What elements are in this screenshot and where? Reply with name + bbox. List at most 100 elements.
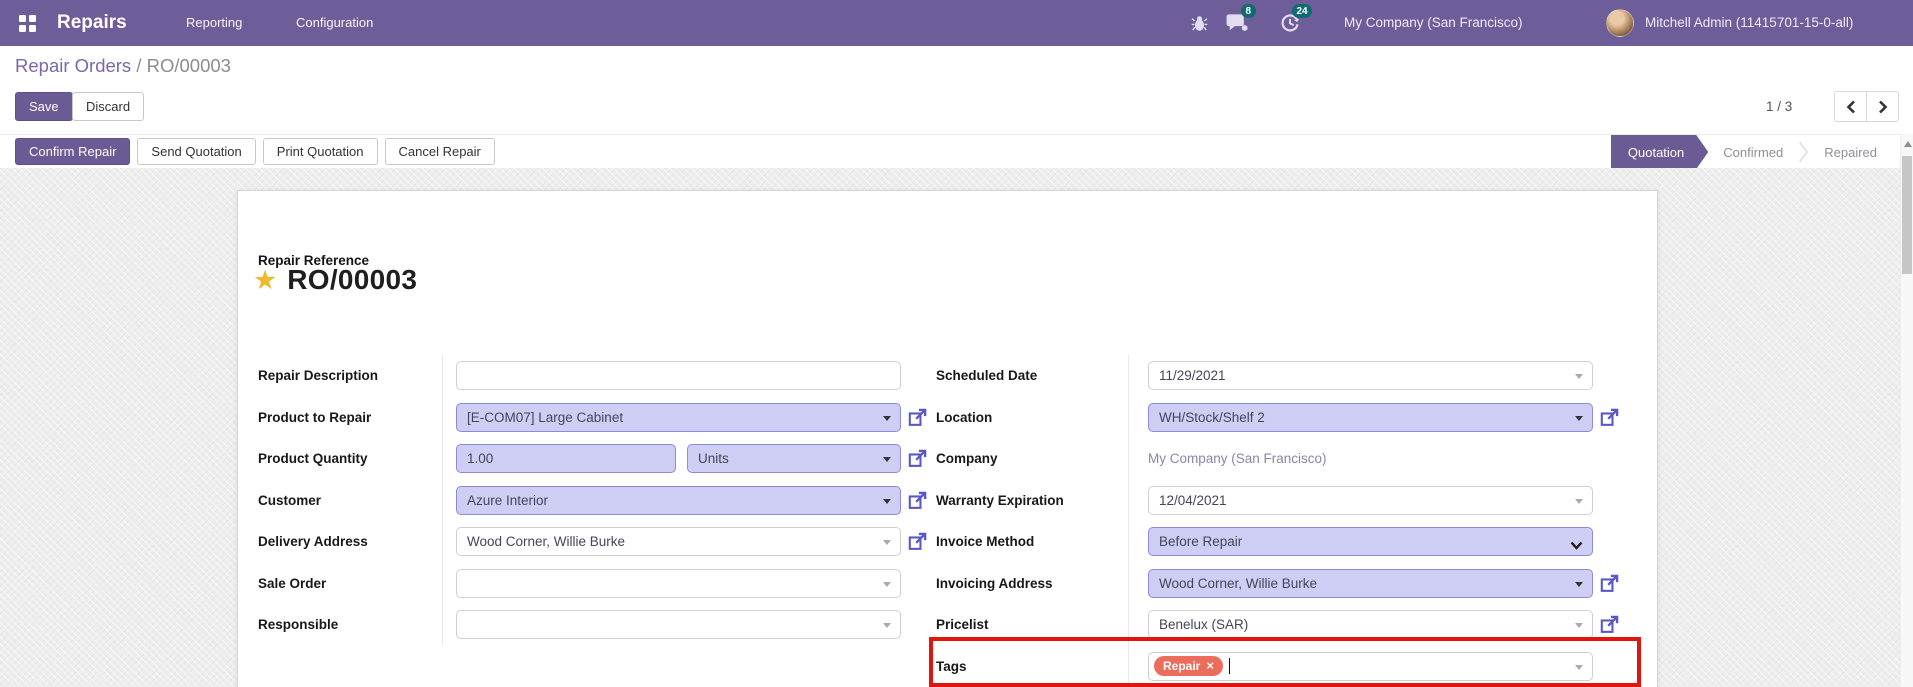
dropdown-caret-icon[interactable] [883,581,891,587]
external-link-icon-location[interactable] [1599,407,1620,428]
save-button[interactable]: Save [15,92,73,121]
action-buttons: Confirm Repair Send Quotation Print Quotat… [15,138,495,165]
messages-badge: 8 [1241,4,1256,18]
field-product-quantity-uom-input[interactable]: Units [687,444,901,474]
field-row-delivery-address: Delivery Address Wood Corner, Willie Burk… [258,521,934,563]
field-tags-input[interactable]: Repair × [1148,651,1593,681]
field-row-product-to-repair: Product to Repair [E-COM07] Large Cabinet [258,396,934,438]
remove-tag-icon[interactable]: × [1206,659,1214,672]
field-pricelist-input[interactable]: Benelux (SAR) [1148,610,1593,640]
field-label-product-to-repair: Product to Repair [258,396,443,438]
discard-button[interactable]: Discard [72,92,145,121]
field-row-company: Company My Company (San Francisco) [936,438,1642,480]
statusbar-step-confirmed[interactable]: Confirmed [1708,135,1798,169]
external-link-icon-delivery-address[interactable] [907,531,928,552]
field-label-location: Location [936,396,1129,438]
statusbar-chevron-icon [1798,135,1809,169]
dropdown-caret-icon[interactable] [1575,415,1583,421]
external-link-icon-invoicing-address[interactable] [1599,573,1620,594]
breadcrumb-parent[interactable]: Repair Orders [15,55,131,76]
field-row-customer: Customer Azure Interior [258,479,934,521]
pager-counter[interactable]: 1 / 3 [1766,99,1792,114]
field-product-quantity-uom-input-value: Units [698,451,729,467]
field-location-input-value: WH/Stock/Shelf 2 [1159,409,1265,425]
field-location-input[interactable]: WH/Stock/Shelf 2 [1148,402,1593,432]
dropdown-caret-icon[interactable] [1575,374,1583,380]
field-invoice-method-select[interactable]: Before Repair [1148,527,1593,557]
field-label-product-quantity: Product Quantity [258,438,443,480]
statusbar-step-repaired[interactable]: Repaired [1809,135,1892,169]
field-label-invoice-method: Invoice Method [936,521,1129,563]
dropdown-caret-icon[interactable] [883,457,891,463]
statusbar-step-quotation[interactable]: Quotation [1611,135,1708,169]
field-product-to-repair-input[interactable]: [E-COM07] Large Cabinet [456,402,901,432]
pager-previous-icon[interactable] [1834,91,1867,122]
favorite-star-icon[interactable]: ★ [253,263,277,297]
field-label-pricelist: Pricelist [936,604,1129,646]
title-row: ★ RO/00003 [253,263,417,297]
field-product-quantity-input[interactable]: 1.00 [456,444,676,474]
pager-next-icon[interactable] [1866,91,1899,122]
menu-configuration[interactable]: Configuration [296,0,373,46]
dropdown-caret-icon[interactable] [883,540,891,546]
field-row-invoicing-address: Invoicing Address Wood Corner, Willie Bur… [936,562,1642,604]
dropdown-caret-icon[interactable] [883,623,891,629]
field-row-scheduled-date: Scheduled Date 11/29/2021 [936,355,1642,397]
tag-repair: Repair × [1154,656,1223,677]
field-row-tags: Tags Repair × [929,636,1642,687]
confirm-repair-button[interactable]: Confirm Repair [15,138,131,165]
apps-menu-icon[interactable] [19,15,36,32]
external-link-icon-customer[interactable] [907,490,928,511]
field-label-tags: Tags [936,645,1129,687]
repairs-app: Repairs Reporting Configuration 8 24 My … [0,0,1913,687]
external-link-icon-product-quantity[interactable] [907,448,928,469]
field-scheduled-date-input[interactable]: 11/29/2021 [1148,361,1593,391]
vertical-scrollbar[interactable] [1900,134,1913,687]
dropdown-caret-icon[interactable] [1575,498,1583,504]
activities-badge: 24 [1292,4,1313,18]
field-customer-input[interactable]: Azure Interior [456,485,901,515]
menu-reporting[interactable]: Reporting [186,0,242,46]
cancel-repair-button[interactable]: Cancel Repair [384,138,495,165]
send-quotation-button[interactable]: Send Quotation [137,138,256,165]
field-warranty-expiration-input[interactable]: 12/04/2021 [1148,485,1593,515]
field-sale-order-input[interactable] [456,568,901,598]
external-link-icon-product-to-repair[interactable] [907,407,928,428]
app-title[interactable]: Repairs [57,0,127,46]
form-column-right: Scheduled Date 11/29/2021 Location WH/Stock… [929,355,1642,687]
dropdown-caret-icon[interactable] [1575,664,1583,670]
field-invoice-method-select-value: Before Repair [1159,534,1243,550]
field-row-repair-description: Repair Description [258,355,934,397]
dropdown-caret-icon[interactable] [1575,623,1583,629]
field-delivery-address-input[interactable]: Wood Corner, Willie Burke [456,527,901,557]
field-label-invoicing-address: Invoicing Address [936,562,1129,604]
field-customer-input-value: Azure Interior [467,492,549,508]
dropdown-caret-icon[interactable] [883,415,891,421]
avatar[interactable] [1606,9,1634,37]
field-label-delivery-address: Delivery Address [258,521,443,563]
control-panel: Repair Orders / RO/00003 Save Discard 1 … [0,46,1913,134]
form-column-left: Repair Description Product to Repair [E-CO… [258,355,934,646]
field-scheduled-date-input-value: 11/29/2021 [1159,368,1226,384]
field-repair-description-input[interactable] [456,361,901,391]
company-switcher[interactable]: My Company (San Francisco) [1344,0,1523,46]
external-link-icon-pricelist[interactable] [1599,614,1620,635]
field-label-sale-order: Sale Order [258,562,443,604]
action-bar: Confirm Repair Send Quotation Print Quotat… [0,134,1913,170]
scroll-up-icon[interactable] [1904,141,1912,147]
breadcrumb: Repair Orders / RO/00003 [15,55,231,77]
field-label-warranty-expiration: Warranty Expiration [936,479,1129,521]
dropdown-caret-icon[interactable] [1575,581,1583,587]
select-chevron-icon[interactable] [1570,538,1583,553]
print-quotation-button[interactable]: Print Quotation [262,138,378,165]
bug-icon[interactable] [1191,14,1208,32]
user-menu[interactable]: Mitchell Admin (11415701-15-0-all) [1645,0,1853,46]
scrollbar-thumb[interactable] [1902,156,1912,274]
tag-repair-label: Repair [1163,659,1201,674]
field-invoicing-address-input[interactable]: Wood Corner, Willie Burke [1148,568,1593,598]
dropdown-caret-icon[interactable] [883,498,891,504]
field-label-company: Company [936,438,1129,480]
field-label-repair-description: Repair Description [258,355,443,397]
field-delivery-address-input-value: Wood Corner, Willie Burke [467,534,626,550]
field-responsible-input[interactable] [456,610,901,640]
